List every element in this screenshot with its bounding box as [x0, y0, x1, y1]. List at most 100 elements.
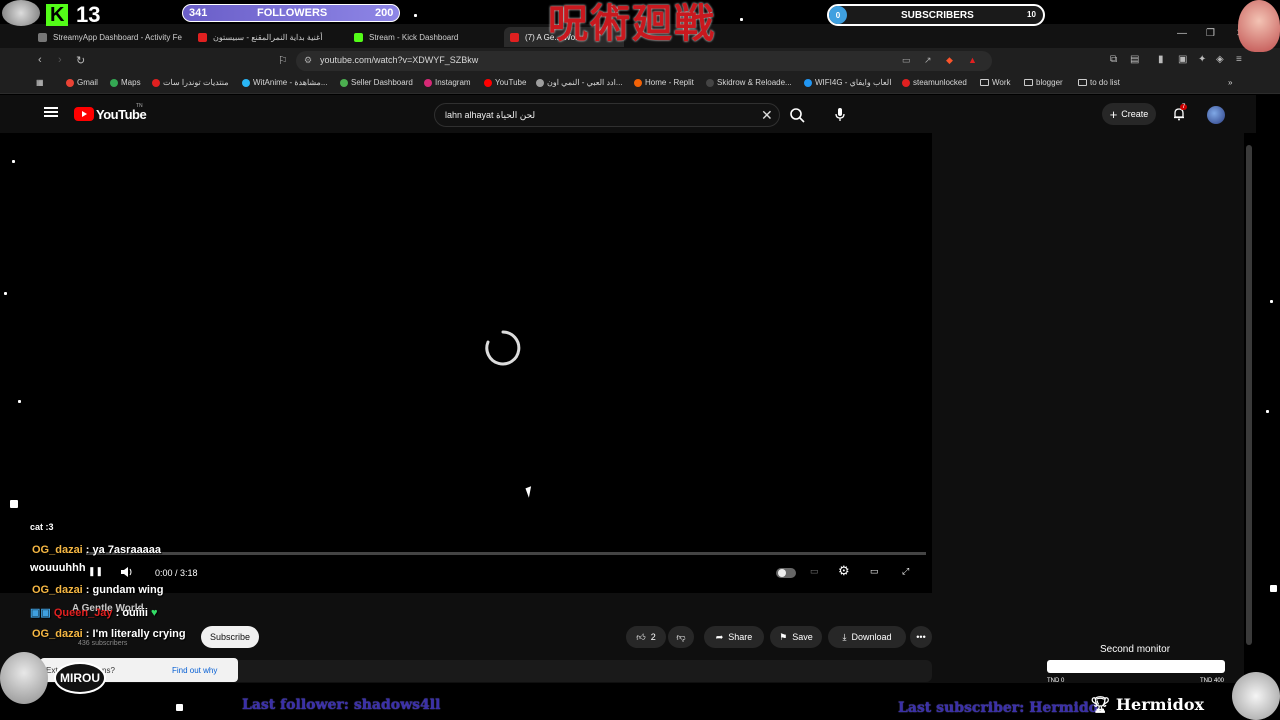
wallet-icon[interactable]: ▣	[1178, 54, 1187, 65]
bookmark-steamunlocked[interactable]: steamunlocked	[902, 78, 967, 87]
more-bookmarks-icon[interactable]: »	[1228, 78, 1232, 87]
sidebar-icon[interactable]: ▮	[1158, 54, 1164, 65]
url-text: youtube.com/watch?v=XDWYF_SZBkw	[320, 55, 479, 65]
brave-shield-icon[interactable]: ◆	[946, 55, 953, 66]
jujutsu-kaisen-title: 呪術廻戦	[548, 0, 716, 47]
like-count: 2	[650, 632, 656, 642]
followers-goal: 200	[375, 7, 394, 19]
bookmark-tundra[interactable]: منتديات توندرا سات	[152, 78, 229, 87]
snow-speck	[1270, 300, 1273, 303]
clear-search-icon[interactable]: ✕	[761, 107, 773, 124]
site-info-icon[interactable]: ⚙	[304, 55, 312, 66]
bookmark-label: steamunlocked	[913, 78, 967, 87]
youtube-logo-text[interactable]: YouTube	[96, 107, 147, 122]
extensions-icon[interactable]: ⧉	[1110, 54, 1117, 65]
skidrow-icon	[706, 78, 714, 87]
tab-streamyapp[interactable]: StreamyApp Dashboard - Activity Fe	[32, 27, 182, 47]
save-button[interactable]: ⚑ Save	[770, 626, 822, 648]
bookmark-instagram[interactable]: Instagram	[424, 78, 471, 87]
bookmark-anime[interactable]: ادد العبي - النمي اون...	[536, 78, 623, 87]
chat-user: OG_dazai	[32, 544, 83, 556]
brave-rewards-icon[interactable]: ▲	[968, 55, 977, 65]
vpn-icon[interactable]: ◈	[1216, 54, 1224, 65]
leo-ai-icon[interactable]: ✦	[1198, 54, 1206, 65]
hamburger-menu-icon[interactable]	[44, 107, 58, 117]
account-avatar[interactable]	[1207, 106, 1225, 124]
back-icon[interactable]: ‹	[38, 54, 42, 66]
bookmark-label: Home - Replit	[645, 78, 694, 87]
create-button[interactable]: + Create	[1102, 103, 1156, 125]
bookmark-wifi4g[interactable]: WIFI4G - العاب وايفاي	[804, 78, 891, 87]
search-icon[interactable]	[784, 103, 810, 127]
dislike-button[interactable]: 👎︎	[668, 626, 694, 648]
stream-chat-overlay: cat :3 OG_dazai : ya 7asraaaaa wouuuhhh …	[0, 520, 240, 650]
tab-label: أغنية بداية النمرالمقنع - سبيستون	[213, 32, 323, 42]
like-button[interactable]: 👍︎ 2	[626, 626, 666, 648]
save-label: Save	[792, 632, 813, 642]
maps-icon	[110, 78, 118, 87]
tab-kick-dashboard[interactable]: Stream - Kick Dashboard	[348, 27, 498, 47]
download-button[interactable]: ⤓ Download	[828, 626, 906, 648]
bookmark-skidrow[interactable]: Skidrow & Reloade...	[706, 78, 792, 87]
cast-icon[interactable]: ▭	[902, 55, 911, 66]
replit-icon	[634, 78, 642, 87]
bookmark-youtube[interactable]: YouTube	[484, 78, 526, 87]
forward-icon[interactable]: ›	[58, 54, 62, 66]
apps-grid-icon[interactable]: ▦	[36, 78, 44, 87]
autoplay-toggle[interactable]	[776, 568, 796, 578]
url-field[interactable]: ⚙ youtube.com/watch?v=XDWYF_SZBkw ▭ ↗ ◆ …	[296, 51, 992, 71]
download-label: Download	[851, 632, 892, 642]
second-monitor-goal: Second monitor TND 0 TND 400	[1040, 640, 1230, 690]
chat-message: OG_dazai : ya 7asraaaaa	[32, 544, 161, 556]
menu-icon[interactable]: ≡	[1236, 54, 1242, 65]
last-follower-text: Last follower: shadows4ll	[242, 697, 441, 713]
more-actions-button[interactable]: •••	[910, 626, 932, 648]
followers-label: FOLLOWERS	[257, 7, 328, 19]
plus-icon: +	[1109, 106, 1118, 122]
bookmark-label: Skidrow & Reloade...	[717, 78, 792, 87]
address-bar-row: ‹ › ↻ ⚐ ⚙ youtube.com/watch?v=XDWYF_SZBk…	[0, 48, 1280, 74]
youtube-logo-icon[interactable]	[74, 107, 94, 121]
minimize-icon[interactable]: —	[1177, 28, 1187, 39]
reload-icon[interactable]: ↻	[76, 54, 85, 67]
share-button[interactable]: ➦ Share	[704, 626, 764, 648]
search-input[interactable]: lahn alhayat لحن الحياة ✕	[434, 103, 780, 127]
second-monitor-progress-bar	[1047, 660, 1225, 673]
cat-chibi-image	[1232, 672, 1280, 720]
folder-icon	[1024, 79, 1033, 86]
bookmark-witanime[interactable]: WitAnime - مشاهدة...	[242, 78, 327, 87]
gmail-icon	[66, 78, 74, 87]
search-query: lahn alhayat لحن الحياة	[445, 110, 536, 120]
reading-list-icon[interactable]: ▤	[1130, 54, 1139, 65]
settings-gear-icon[interactable]: ⚙	[838, 563, 850, 579]
chat-text: : I'm literally crying	[82, 628, 186, 640]
bookmark-replit[interactable]: Home - Replit	[634, 78, 694, 87]
chat-user: OG_dazai	[32, 584, 83, 596]
instagram-icon	[424, 78, 432, 87]
bookmark-folder-work[interactable]: Work	[980, 78, 1011, 87]
share-url-icon[interactable]: ↗	[924, 55, 932, 66]
maximize-icon[interactable]: ❐	[1206, 28, 1215, 39]
bookmark-maps[interactable]: Maps	[110, 78, 141, 87]
bookmark-gmail[interactable]: Gmail	[66, 78, 98, 87]
bookmark-folder-todo[interactable]: to do list	[1078, 78, 1120, 87]
chat-text: : gundam wing	[82, 584, 164, 596]
streamer-name-text: Hermidox	[1115, 695, 1205, 714]
bookmarks-bar: ▦ Gmail Maps منتديات توندرا سات WitAnime…	[0, 74, 1280, 94]
streamyapp-favicon-icon	[38, 32, 47, 42]
bookmark-label: WitAnime - مشاهدة...	[253, 78, 328, 87]
bookmark-icon[interactable]: ⚐	[278, 54, 288, 67]
page-scrollbar[interactable]	[1246, 145, 1252, 645]
tab-label: StreamyApp Dashboard - Activity Fe	[53, 32, 182, 42]
microphone-icon[interactable]	[830, 104, 850, 124]
captions-icon[interactable]: ▭	[810, 566, 819, 577]
find-out-why-link[interactable]: Find out why	[172, 666, 217, 675]
tab-spacetoon[interactable]: أغنية بداية النمرالمقنع - سبيستون	[192, 27, 342, 47]
second-monitor-goal-amount: TND 400	[1200, 678, 1225, 684]
fullscreen-icon[interactable]: ⤢	[902, 566, 909, 577]
bookmark-label: Maps	[121, 78, 141, 87]
bookmark-seller-dashboard[interactable]: Seller Dashboard	[340, 78, 413, 87]
bookmark-label: ادد العبي - النمي اون...	[547, 78, 623, 87]
bookmark-folder-blogger[interactable]: blogger	[1024, 78, 1063, 87]
theater-mode-icon[interactable]: ▭	[870, 566, 879, 577]
